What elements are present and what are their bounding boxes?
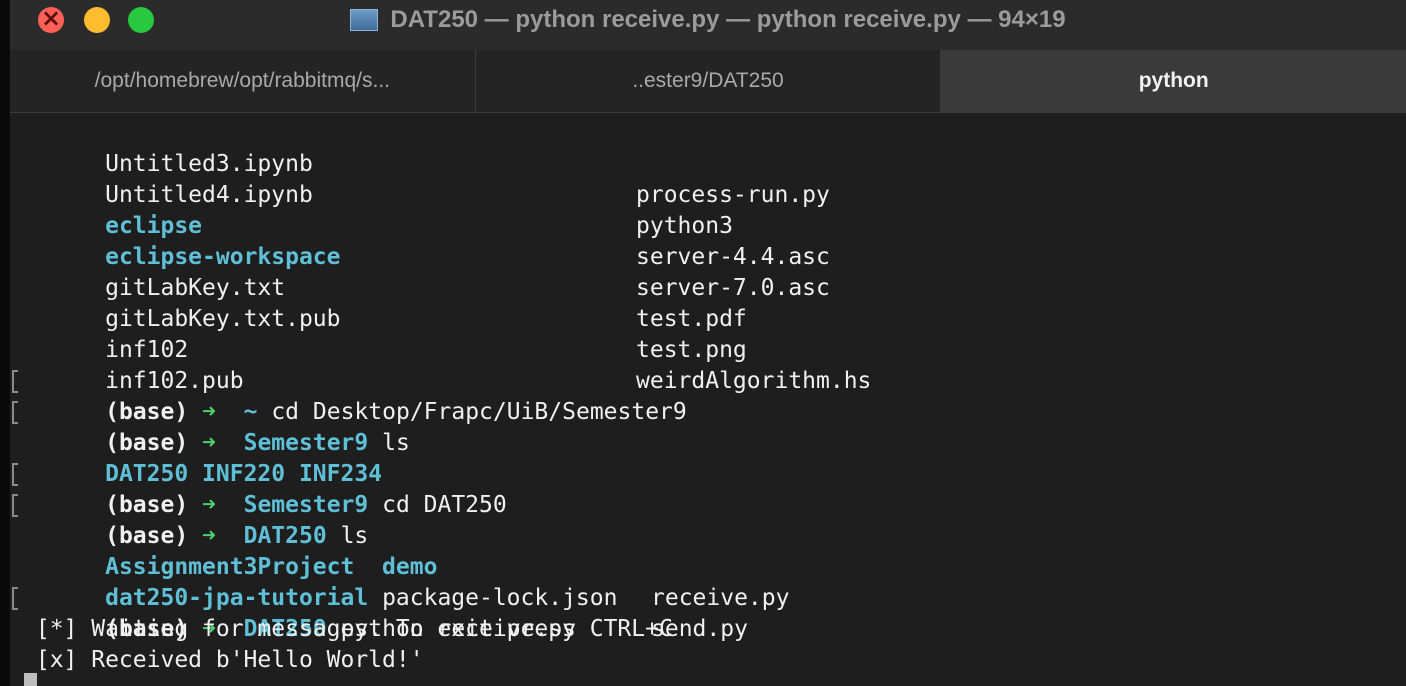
listing-file: server-4.4.asc <box>636 244 830 270</box>
window-title-group: DAT250 — python receive.py — python rece… <box>10 3 1406 37</box>
listing-row: gitLabKey.txt.pub test.png <box>22 273 747 363</box>
tab-dat250[interactable]: ..ester9/DAT250 <box>476 50 942 112</box>
prompt-line: (base) ➜ DAT250 python receive.py <box>12 583 576 642</box>
ls-row: Assignment3Project demo receive.py <box>22 521 789 611</box>
title-bar[interactable]: DAT250 — python receive.py — python rece… <box>10 0 1406 50</box>
listing-row: Untitled4.ipynb python3 <box>22 149 733 239</box>
program-output-line: [*] Waiting for messages. To exit press … <box>22 616 673 642</box>
prompt-line: (base) ➜ Semester9 ls <box>12 397 410 456</box>
ls-output: DAT250 INF220 INF234 <box>22 428 382 487</box>
prompt-line: (base) ➜ Semester9 cd DAT250 <box>12 459 507 518</box>
listing-file: receive.py <box>651 585 790 611</box>
mark-bracket-icon <box>12 494 18 517</box>
listing-file: test.pdf <box>636 306 747 332</box>
tab-rabbitmq[interactable]: /opt/homebrew/opt/rabbitmq/s... <box>10 50 476 112</box>
listing-row: eclipse server-4.4.asc <box>22 180 830 270</box>
listing-row: inf102.pub <box>22 335 243 394</box>
listing-file: python3 <box>636 213 733 239</box>
program-output-line: [x] Received b'Hello World!' <box>22 647 424 673</box>
listing-row: gitLabKey.txt test.pdf <box>22 242 747 332</box>
listing-row: inf102 weirdAlgorithm.hs <box>22 304 871 394</box>
text-cursor <box>24 673 37 686</box>
listing-file: server-7.0.asc <box>636 275 830 301</box>
window-edge <box>0 0 10 686</box>
window-title: DAT250 — python receive.py — python rece… <box>390 6 1066 33</box>
terminal-output[interactable]: Untitled3.ipynb process-run.py Untitled4… <box>10 113 1406 686</box>
listing-file: process-run.py <box>636 182 830 208</box>
listing-file: test.png <box>636 337 747 363</box>
listing-row: Untitled3.ipynb process-run.py <box>22 118 830 208</box>
terminal-window: DAT250 — python receive.py — python rece… <box>0 0 1406 686</box>
ls-row: dat250-jpa-tutorial package-lock.json se… <box>22 552 748 642</box>
tab-bar: /opt/homebrew/opt/rabbitmq/s... ..ester9… <box>10 50 1406 113</box>
mark-bracket-icon <box>12 370 18 393</box>
mark-bracket-icon <box>12 463 18 486</box>
prompt-line: (base) ➜ DAT250 ls <box>12 490 368 549</box>
terminal-folder-icon <box>350 9 379 31</box>
prompt-line: (base) ➜ ~ cd Desktop/Frapc/UiB/Semester… <box>12 366 687 425</box>
listing-row: eclipse-workspace server-7.0.asc <box>22 211 830 301</box>
tab-python[interactable]: python <box>941 50 1406 112</box>
prompt-command: cd DAT250 <box>382 492 507 518</box>
mark-bracket-icon <box>12 587 18 610</box>
mark-bracket-icon <box>12 401 18 424</box>
prompt-command: ls <box>382 430 410 456</box>
